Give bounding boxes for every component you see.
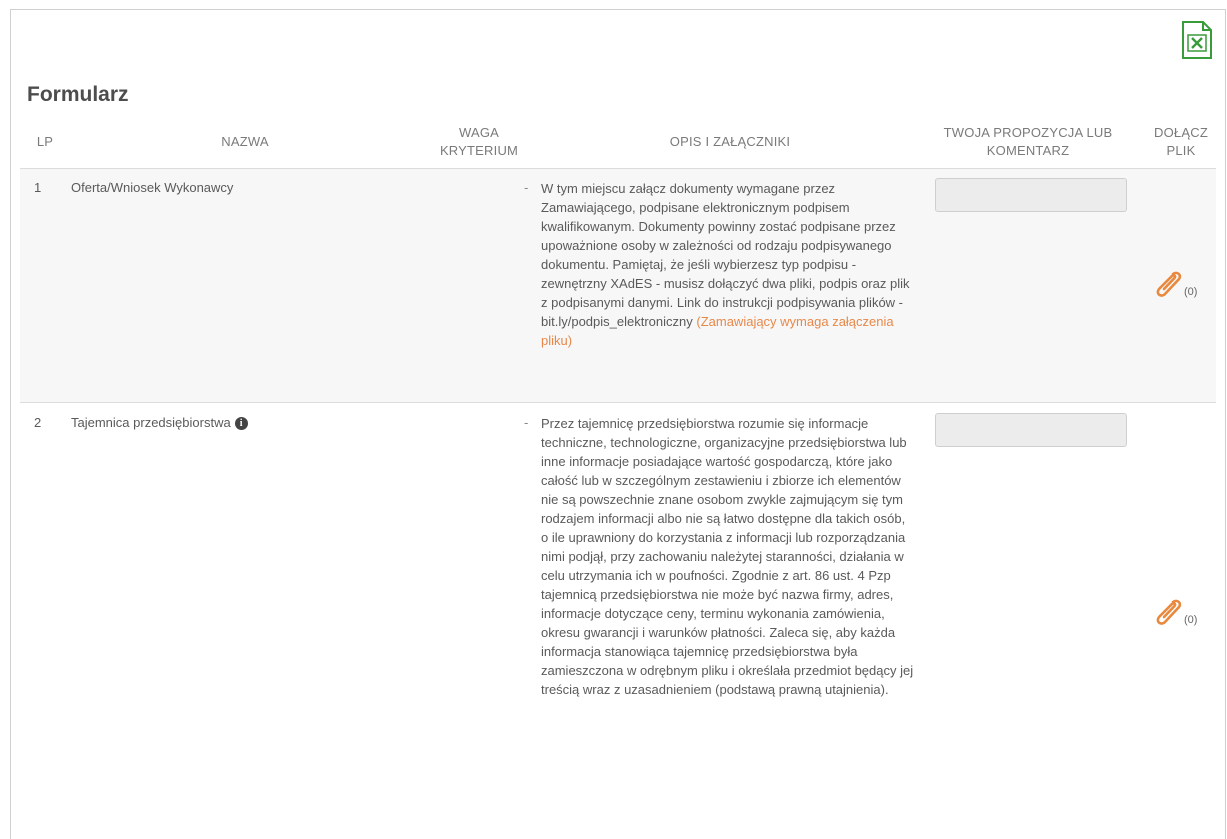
- excel-export-icon[interactable]: [1180, 20, 1214, 60]
- row-1-description-text: W tym miejscu załącz dokumenty wymagane …: [541, 181, 910, 329]
- row-1-description: W tym miejscu załącz dokumenty wymagane …: [541, 179, 916, 350]
- row-2-name: Tajemnica przedsiębiorstwa: [71, 415, 231, 430]
- header-lp: LP: [36, 134, 54, 149]
- header-plik: DOŁĄCZ PLIK: [1154, 125, 1208, 158]
- row-1-weight: -: [524, 180, 529, 195]
- row-divider: [20, 402, 1216, 403]
- row-1-attach-button[interactable]: (0): [1153, 270, 1197, 300]
- header-propozycja: TWOJA PROPOZYCJA LUB KOMENTARZ: [943, 125, 1113, 158]
- row-1-attach-count: (0): [1184, 286, 1198, 298]
- row-1-comment-input[interactable]: [935, 178, 1127, 212]
- row-1-lp: 1: [34, 180, 42, 195]
- row-2-attach-button[interactable]: (0): [1153, 598, 1197, 628]
- row-2-name-cell: Tajemnica przedsiębiorstwa i: [71, 413, 248, 432]
- info-icon[interactable]: i: [234, 417, 248, 430]
- header-nazwa: NAZWA: [221, 134, 269, 149]
- row-1-name: Oferta/Wniosek Wykonawcy: [71, 180, 234, 195]
- row-2-weight: -: [524, 415, 529, 430]
- paperclip-icon: [1156, 271, 1182, 297]
- header-waga: WAGA KRYTERIUM: [439, 125, 519, 158]
- row-2-attach-count: (0): [1184, 614, 1198, 626]
- row-2-lp: 2: [34, 415, 42, 430]
- row-2-comment-input[interactable]: [935, 413, 1127, 447]
- header-opis: OPIS I ZAŁĄCZNIKI: [669, 134, 791, 149]
- paperclip-icon: [1156, 599, 1182, 625]
- page-title: Formularz: [27, 83, 129, 106]
- row-2-description: Przez tajemnicę przedsiębiorstwa rozumie…: [541, 416, 914, 697]
